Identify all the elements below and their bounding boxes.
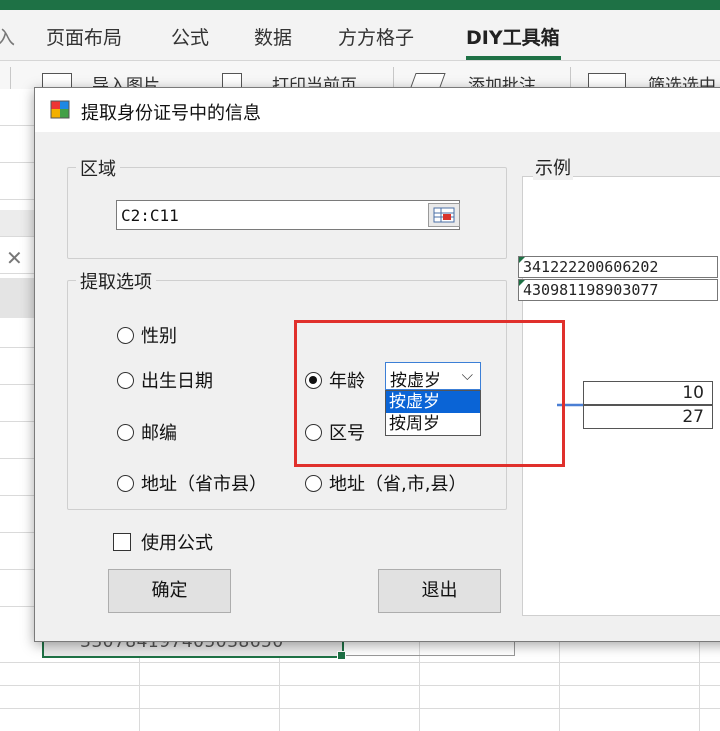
fill-handle[interactable] [337,651,346,660]
use-formula-label: 使用公式 [141,533,213,554]
option-address-county-label: 地址（省市县） [141,474,267,495]
option-address-separated[interactable]: 地址（省,市,县） [305,470,466,496]
range-select-icon [433,207,455,223]
example-result-cell-2: 27 [583,405,713,429]
highlight-annotation-box [294,320,565,467]
excel-title-bar [0,0,720,10]
tab-diy-toolbox[interactable]: DIY工具箱 [466,23,560,50]
example-result-cell-1: 10 [583,381,713,405]
ribbon-toolbar: 导入图片 打印当前页 添加批注 筛选选中 [0,61,720,96]
tab-formulas[interactable]: 公式 [171,23,209,50]
options-group-label: 提取选项 [76,268,156,294]
radio-postcode[interactable] [117,423,134,441]
option-address-county[interactable]: 地址（省市县） [117,470,267,496]
range-input[interactable]: C2:C11 [116,200,460,230]
radio-address-separated[interactable] [305,474,322,492]
example-id-cell-2: 430981198903077 [518,279,718,301]
sheet-grid-left [0,89,36,731]
active-tab-indicator [466,56,561,60]
range-group: 区域 C2:C11 [67,155,507,259]
option-birthdate[interactable]: 出生日期 [117,367,213,393]
radio-gender[interactable] [117,326,134,344]
tab-partial: 入 [0,27,16,49]
app-window-icon [50,100,70,119]
option-gender-label: 性别 [141,326,177,347]
formula-bar-strip [0,210,36,236]
option-postcode-label: 邮编 [141,423,177,444]
use-formula-box[interactable] [113,533,131,551]
option-gender[interactable]: 性别 [117,322,177,348]
radio-birthdate[interactable] [117,371,134,389]
option-birthdate-label: 出生日期 [141,371,213,392]
ok-button[interactable]: 确定 [108,569,231,613]
dialog-title-bar: 提取身份证号中的信息 [35,88,720,132]
range-group-label: 区域 [76,155,120,181]
example-label: 示例 [533,154,573,180]
use-formula-checkbox[interactable]: 使用公式 [113,529,213,555]
option-address-separated-label: 地址（省,市,县） [329,474,467,495]
dialog-title: 提取身份证号中的信息 [81,103,261,124]
close-icon[interactable]: ✕ [6,246,23,270]
tab-page-layout[interactable]: 页面布局 [46,23,122,50]
radio-address-county[interactable] [117,474,134,492]
column-header-strip [0,278,36,318]
exit-button[interactable]: 退出 [378,569,501,613]
example-id-cell-1: 341222200606202 [518,256,718,278]
option-postcode[interactable]: 邮编 [117,419,177,445]
ribbon-tab-bar: 入 页面布局 公式 数据 方方格子 DIY工具箱 [0,10,720,61]
tab-ffgz[interactable]: 方方格子 [338,23,414,50]
tab-data[interactable]: 数据 [254,23,292,50]
range-picker-button[interactable] [428,203,460,227]
